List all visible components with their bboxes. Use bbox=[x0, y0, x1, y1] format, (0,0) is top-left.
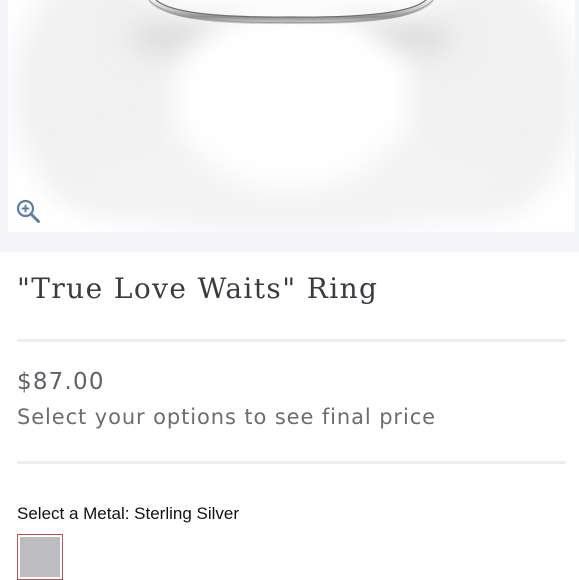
product-image-panel bbox=[0, 0, 579, 252]
metal-option-label: Select a Metal: Sterling Silver bbox=[17, 504, 240, 523]
divider bbox=[17, 339, 566, 342]
swatch-color bbox=[20, 537, 60, 577]
swatch-sterling-silver[interactable] bbox=[17, 534, 63, 580]
product-page: "True Love Waits" Ring $87.00 Select you… bbox=[0, 0, 579, 580]
product-title: "True Love Waits" Ring bbox=[17, 272, 379, 305]
product-price: $87.00 bbox=[17, 369, 105, 395]
ring-photo bbox=[8, 0, 575, 232]
divider bbox=[17, 461, 566, 464]
zoom-in-icon[interactable] bbox=[15, 198, 41, 224]
product-image[interactable] bbox=[8, 0, 575, 232]
price-note: Select your options to see final price bbox=[17, 405, 436, 429]
